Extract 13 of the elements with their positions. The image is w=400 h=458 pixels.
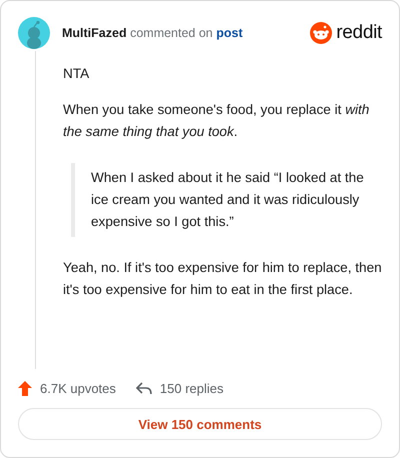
upvote-count: 6.7K upvotes bbox=[40, 381, 116, 396]
reply-count: 150 replies bbox=[160, 381, 224, 396]
upvote-arrow-icon bbox=[18, 381, 32, 396]
comment-paragraph: NTA bbox=[63, 65, 90, 83]
comment-paragraph: When you take someone's food, you replace it with the same thing that you took. bbox=[63, 101, 370, 141]
comment-byline: MultiFazed commented on post bbox=[62, 26, 244, 40]
brand-name: reddit bbox=[336, 22, 382, 44]
view-comments-button[interactable]: View 150 comments bbox=[18, 408, 382, 440]
quote-text: When I asked about it he said “I looked at the ice cream you wanted and it was ridiculously expensive so I got this.” bbox=[91, 169, 365, 231]
reply-arrow-icon bbox=[136, 382, 152, 395]
alien-logo-icon bbox=[310, 22, 332, 44]
comment-paragraph: Yeah, no. If it's too expensive for him to replace, then it's too expensive for him to eat in the first place. bbox=[63, 259, 382, 299]
avatar-icon bbox=[18, 17, 50, 49]
